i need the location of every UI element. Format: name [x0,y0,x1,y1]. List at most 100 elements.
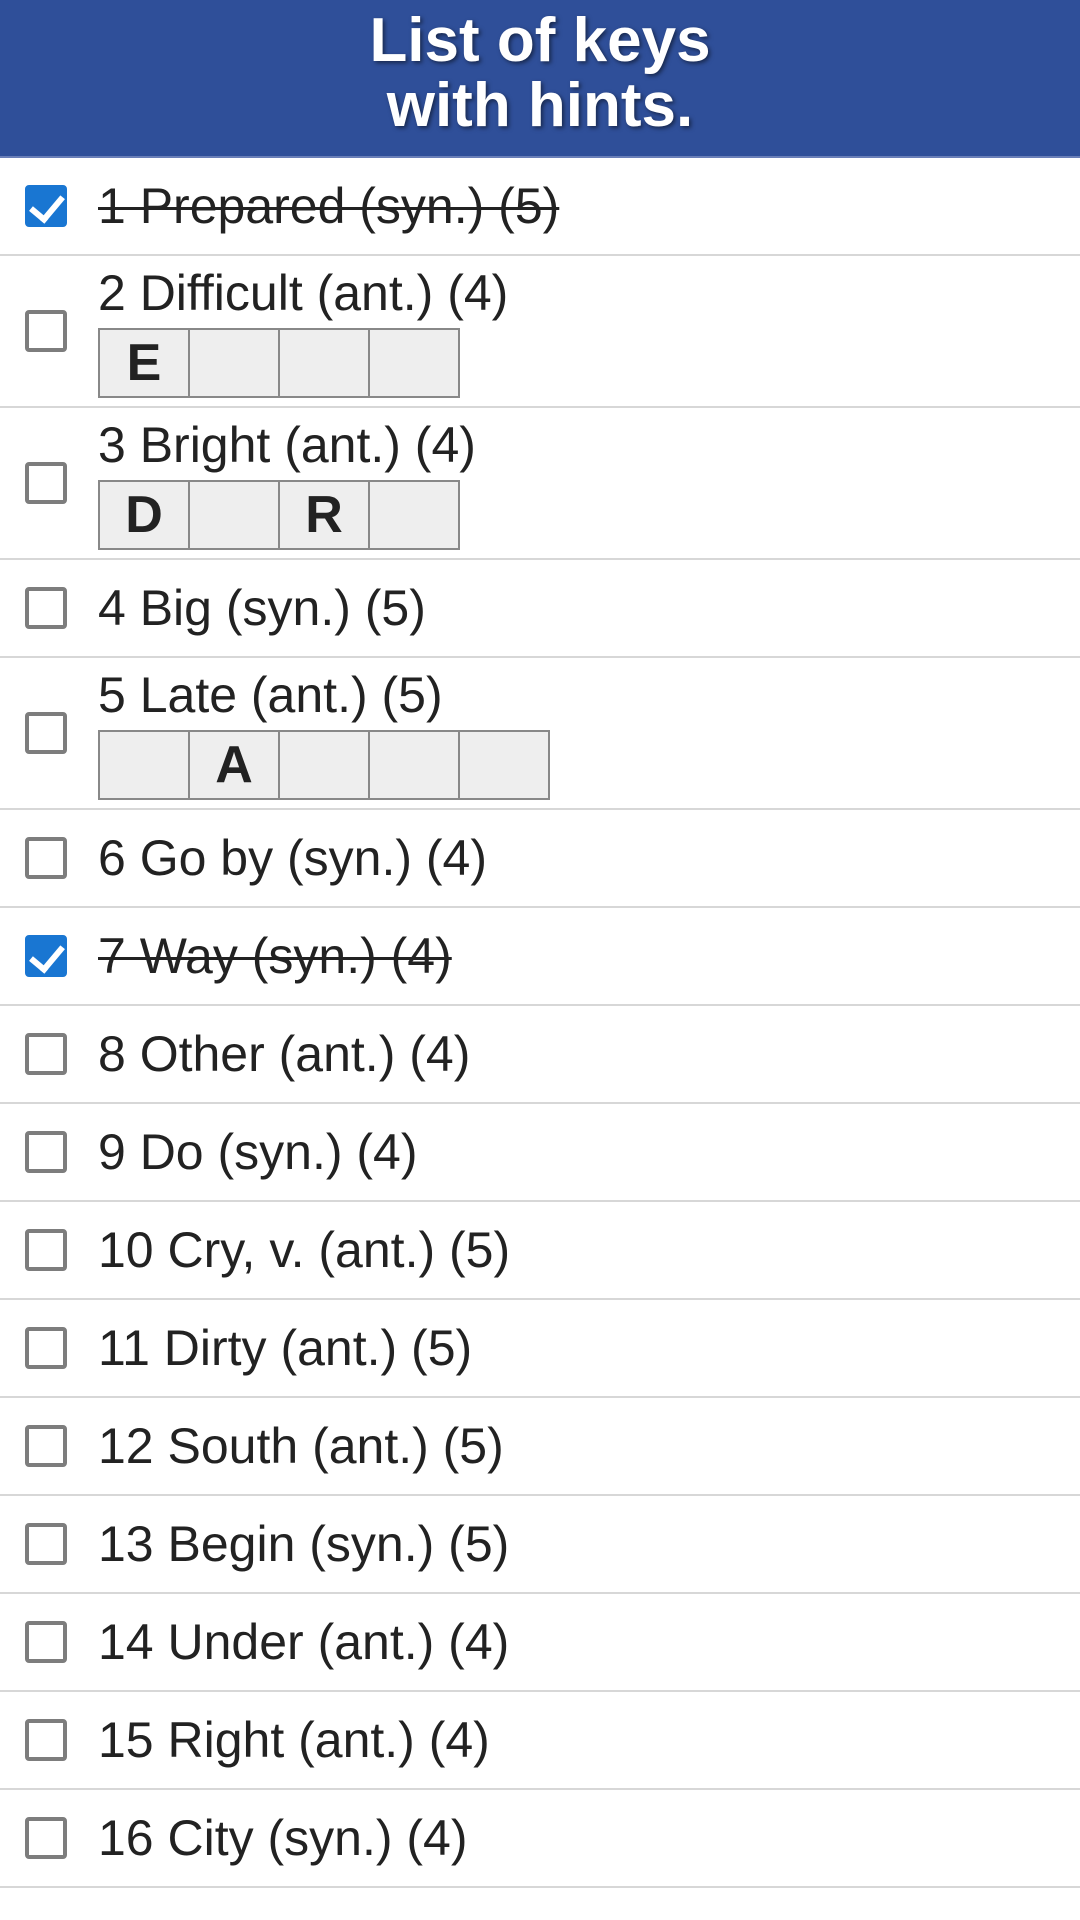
hint-cell[interactable] [278,328,370,398]
checkbox-wrap [18,1222,74,1278]
list-item[interactable]: 1 Prepared (syn.) (5) [0,158,1080,256]
clue-content: 7 Way (syn.) (4) [98,927,1080,985]
clue-content: 1 Prepared (syn.) (5) [98,177,1080,235]
clue-content: 12 South (ant.) (5) [98,1417,1080,1475]
clue-text: 3 Bright (ant.) (4) [98,416,1080,474]
header-line1: List of keys [0,8,1080,73]
clue-content: 8 Other (ant.) (4) [98,1025,1080,1083]
hint-cell[interactable] [98,730,190,800]
checkbox[interactable] [25,1719,67,1761]
clue-content: 4 Big (syn.) (5) [98,579,1080,637]
list-item[interactable]: 4 Big (syn.) (5) [0,560,1080,658]
checkbox[interactable] [25,712,67,754]
list-item[interactable]: 3 Bright (ant.) (4)DR [0,408,1080,560]
checkbox-wrap [18,178,74,234]
checkbox[interactable] [25,1033,67,1075]
hint-cell[interactable] [458,730,550,800]
hint-cell[interactable] [368,328,460,398]
checkbox-wrap [18,830,74,886]
checkbox-wrap [18,1810,74,1866]
clue-content: 14 Under (ant.) (4) [98,1613,1080,1671]
checkbox[interactable] [25,837,67,879]
checkbox[interactable] [25,1523,67,1565]
clue-text: 14 Under (ant.) (4) [98,1613,1080,1671]
hint-cells: A [98,730,1080,800]
list-item[interactable]: 12 South (ant.) (5) [0,1398,1080,1496]
clue-content: 5 Late (ant.) (5) A [98,666,1080,800]
clue-text: 13 Begin (syn.) (5) [98,1515,1080,1573]
checkbox[interactable] [25,1817,67,1859]
hint-cell[interactable] [278,730,370,800]
checkbox[interactable] [25,185,67,227]
clue-content: 2 Difficult (ant.) (4) E [98,264,1080,398]
checkbox-wrap [18,580,74,636]
checkbox[interactable] [25,310,67,352]
clue-content: 15 Right (ant.) (4) [98,1711,1080,1769]
checkbox-wrap [18,455,74,511]
hint-cell[interactable] [188,480,280,550]
list-item[interactable]: 7 Way (syn.) (4) [0,908,1080,1006]
hint-cell[interactable]: R [278,480,370,550]
checkbox-wrap [18,1026,74,1082]
checkbox-wrap [18,1320,74,1376]
list-item[interactable]: 13 Begin (syn.) (5) [0,1496,1080,1594]
clue-text: 9 Do (syn.) (4) [98,1123,1080,1181]
checkbox-wrap [18,928,74,984]
clue-text: 1 Prepared (syn.) (5) [98,177,1080,235]
list-item[interactable]: 11 Dirty (ant.) (5) [0,1300,1080,1398]
checkbox[interactable] [25,1327,67,1369]
clue-content: 9 Do (syn.) (4) [98,1123,1080,1181]
list-item[interactable]: 2 Difficult (ant.) (4) E [0,256,1080,408]
list-item[interactable]: 10 Cry, v. (ant.) (5) [0,1202,1080,1300]
checkbox[interactable] [25,1131,67,1173]
hint-cell[interactable]: E [98,328,190,398]
hint-cell[interactable] [188,328,280,398]
checkbox[interactable] [25,462,67,504]
clue-text: 5 Late (ant.) (5) [98,666,1080,724]
list-item[interactable]: 14 Under (ant.) (4) [0,1594,1080,1692]
clue-text: 16 City (syn.) (4) [98,1809,1080,1867]
clue-content: 16 City (syn.) (4) [98,1809,1080,1867]
clue-text: 12 South (ant.) (5) [98,1417,1080,1475]
checkbox[interactable] [25,1425,67,1467]
clue-content: 13 Begin (syn.) (5) [98,1515,1080,1573]
clue-text: 6 Go by (syn.) (4) [98,829,1080,887]
clue-content: 6 Go by (syn.) (4) [98,829,1080,887]
clue-text: 7 Way (syn.) (4) [98,927,1080,985]
hint-cell[interactable]: D [98,480,190,550]
checkbox-wrap [18,303,74,359]
clue-content: 10 Cry, v. (ant.) (5) [98,1221,1080,1279]
list-item[interactable]: 5 Late (ant.) (5) A [0,658,1080,810]
list-item[interactable]: 6 Go by (syn.) (4) [0,810,1080,908]
hint-cells: DR [98,480,1080,550]
clue-list: 1 Prepared (syn.) (5) 2 Difficult (ant.) … [0,158,1080,1888]
checkbox[interactable] [25,587,67,629]
hint-cell[interactable]: A [188,730,280,800]
checkbox[interactable] [25,1621,67,1663]
list-item[interactable]: 9 Do (syn.) (4) [0,1104,1080,1202]
list-item[interactable]: 8 Other (ant.) (4) [0,1006,1080,1104]
clue-content: 11 Dirty (ant.) (5) [98,1319,1080,1377]
clue-text: 4 Big (syn.) (5) [98,579,1080,637]
checkbox[interactable] [25,1229,67,1271]
clue-content: 3 Bright (ant.) (4)DR [98,416,1080,550]
hint-cell[interactable] [368,480,460,550]
checkbox-wrap [18,1614,74,1670]
hint-cell[interactable] [368,730,460,800]
checkbox-wrap [18,1516,74,1572]
checkbox-wrap [18,705,74,761]
checkbox-wrap [18,1712,74,1768]
clue-text: 10 Cry, v. (ant.) (5) [98,1221,1080,1279]
clue-text: 11 Dirty (ant.) (5) [98,1319,1080,1377]
clue-text: 2 Difficult (ant.) (4) [98,264,1080,322]
clue-text: 8 Other (ant.) (4) [98,1025,1080,1083]
clue-text: 15 Right (ant.) (4) [98,1711,1080,1769]
checkbox[interactable] [25,935,67,977]
list-item[interactable]: 15 Right (ant.) (4) [0,1692,1080,1790]
checkbox-wrap [18,1418,74,1474]
page-header: List of keys with hints. [0,0,1080,158]
hint-cells: E [98,328,1080,398]
list-item[interactable]: 16 City (syn.) (4) [0,1790,1080,1888]
checkbox-wrap [18,1124,74,1180]
header-line2: with hints. [0,73,1080,138]
